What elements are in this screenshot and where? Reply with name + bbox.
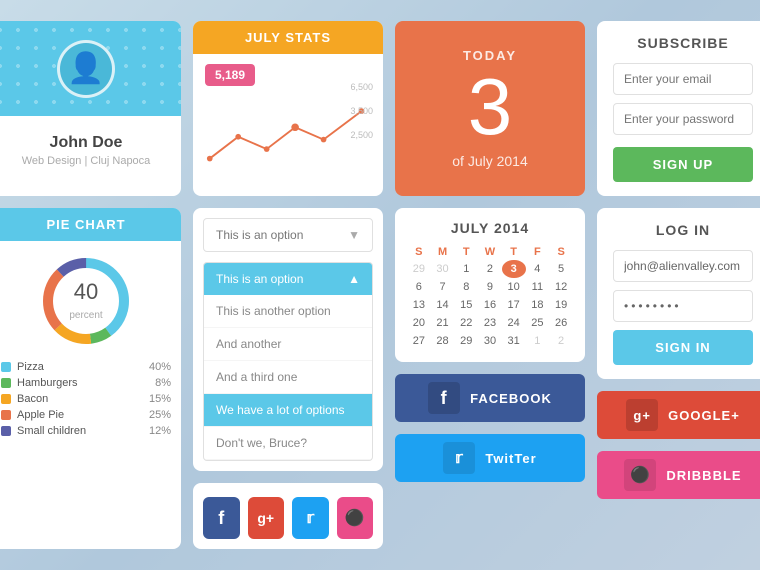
stats-body: 5,189 6,500 3,500 2,500: [193, 54, 383, 196]
google-button-icon: g+: [626, 399, 658, 431]
dribbble-icon-button[interactable]: ⚫: [337, 497, 374, 539]
legend-pizza: Pizza 40%: [1, 361, 171, 373]
dropdown-open-header[interactable]: This is an option ▲: [204, 263, 372, 295]
legend-small-children: Small children 12%: [1, 425, 171, 437]
stats-labels: 6,500 3,500 2,500: [350, 82, 373, 140]
social-icons-card: f g+ 𝕣 ⚫: [193, 483, 383, 549]
login-title: LOG IN: [613, 222, 753, 238]
subscribe-card: SUBSCRIBE SIGN UP: [597, 21, 760, 196]
google-icon-button[interactable]: g+: [248, 497, 285, 539]
user-icon: 👤: [67, 51, 104, 86]
dropdown-option-1[interactable]: This is another option: [204, 295, 372, 328]
pie-chart-card: PIE CHART: [0, 208, 181, 549]
dropdown-card: This is an option ▼ This is an option ▲ …: [193, 208, 383, 471]
pie-title: PIE CHART: [0, 208, 181, 241]
social-icons-row: f g+ 𝕣 ⚫: [203, 497, 373, 539]
cal-week-1: 29 30 1 2 3 4 5: [407, 260, 573, 278]
dribbble-button[interactable]: ⚫ DRIBBBLE: [597, 451, 760, 499]
cal-week-2: 6 7 8 9 10 11 12: [407, 278, 573, 296]
dropdown-selected: This is an option: [216, 272, 303, 286]
cal-fri: F: [526, 244, 550, 260]
dropdown-option-3[interactable]: And a third one: [204, 361, 372, 394]
dropdown-col: This is an option ▼ This is an option ▲ …: [193, 208, 383, 549]
twitter-icon: 𝕣: [306, 508, 314, 528]
pie-body: 40 percent Pizza 40% Hamburgers 8%: [0, 241, 181, 451]
pie-ring: 40 percent: [36, 251, 136, 351]
google-button-label: GOOGLE+: [668, 408, 740, 423]
today-label: TODAY: [463, 48, 517, 63]
calendar-col: JULY 2014 S M T W T F S 29 30 1: [395, 208, 585, 549]
cal-sun: S: [407, 244, 431, 260]
cal-week-3: 13 14 15 16 17 18 19: [407, 296, 573, 314]
pie-legend: Pizza 40% Hamburgers 8% Bacon 15%: [1, 361, 171, 437]
dropdown-placeholder: This is an option: [216, 228, 303, 242]
pie-number: 40: [69, 279, 102, 305]
calendar-title: JULY 2014: [407, 220, 573, 236]
dribbble-icon: ⚫: [345, 508, 365, 528]
google-icon: g+: [257, 510, 274, 526]
chevron-down-icon: ▼: [348, 228, 360, 242]
cal-mon: M: [431, 244, 455, 260]
stats-card: JULY STATS 5,189 6,500 3,500 2,500: [193, 21, 383, 196]
cal-week-4: 20 21 22 23 24 25 26: [407, 314, 573, 332]
stats-title: JULY STATS: [193, 21, 383, 54]
facebook-button-label: FACEBOOK: [470, 391, 552, 406]
dribbble-button-label: DRIBBBLE: [666, 468, 741, 483]
dropdown-open: This is an option ▲ This is another opti…: [203, 262, 373, 461]
calendar-header-row: S M T W T F S: [407, 244, 573, 260]
cal-tue: T: [454, 244, 478, 260]
facebook-button-icon: f: [428, 382, 460, 414]
cal-thu: T: [502, 244, 526, 260]
pie-chart-container: 40 percent: [1, 251, 171, 351]
today-card: TODAY 3 of July 2014: [395, 21, 585, 196]
signin-button[interactable]: SIGN IN: [613, 330, 753, 365]
pie-percent-label: percent: [69, 310, 102, 321]
facebook-icon-button[interactable]: f: [203, 497, 240, 539]
profile-subtitle: Web Design | Cluj Napoca: [22, 155, 151, 167]
profile-header: 👤: [0, 21, 181, 116]
pie-center-text: 40 percent: [69, 279, 102, 323]
login-col: LOG IN SIGN IN g+ GOOGLE+ ⚫ DRIBBBLE: [597, 208, 760, 549]
calendar-grid: S M T W T F S 29 30 1 2 3 4: [407, 244, 573, 350]
twitter-button-icon: 𝕣: [443, 442, 475, 474]
legend-apple-pie: Apple Pie 25%: [1, 409, 171, 421]
google-button[interactable]: g+ GOOGLE+: [597, 391, 760, 439]
stats-chart: [205, 92, 371, 172]
calendar-card: JULY 2014 S M T W T F S 29 30 1: [395, 208, 585, 362]
dribbble-button-icon: ⚫: [624, 459, 656, 491]
signup-button[interactable]: SIGN UP: [613, 147, 753, 182]
dropdown-option-2[interactable]: And another: [204, 328, 372, 361]
dropdown-option-5[interactable]: Don't we, Bruce?: [204, 427, 372, 460]
cal-sat: S: [549, 244, 573, 260]
password-input[interactable]: [613, 103, 753, 135]
legend-bacon: Bacon 15%: [1, 393, 171, 405]
subscribe-title: SUBSCRIBE: [613, 35, 753, 51]
stats-badge: 5,189: [205, 64, 255, 86]
chevron-up-icon: ▲: [348, 272, 360, 286]
avatar: 👤: [57, 40, 115, 98]
today-number: 3: [468, 67, 513, 147]
twitter-icon-button[interactable]: 𝕣: [292, 497, 329, 539]
email-input[interactable]: [613, 63, 753, 95]
twitter-button[interactable]: 𝕣 TwitTer: [395, 434, 585, 482]
dropdown-option-4[interactable]: We have a lot of options: [204, 394, 372, 427]
dropdown-closed[interactable]: This is an option ▼: [203, 218, 373, 252]
login-email-input[interactable]: [613, 250, 753, 282]
cal-wed: W: [478, 244, 502, 260]
today-sub: of July 2014: [452, 153, 528, 169]
cal-week-5: 27 28 29 30 31 1 2: [407, 332, 573, 350]
profile-card: 👤 John Doe Web Design | Cluj Napoca: [0, 21, 181, 196]
facebook-button[interactable]: f FACEBOOK: [395, 374, 585, 422]
facebook-icon: f: [218, 508, 224, 529]
login-password-input[interactable]: [613, 290, 753, 322]
legend-hamburgers: Hamburgers 8%: [1, 377, 171, 389]
twitter-button-label: TwitTer: [485, 451, 536, 466]
login-card: LOG IN SIGN IN: [597, 208, 760, 379]
profile-name: John Doe: [22, 134, 151, 152]
